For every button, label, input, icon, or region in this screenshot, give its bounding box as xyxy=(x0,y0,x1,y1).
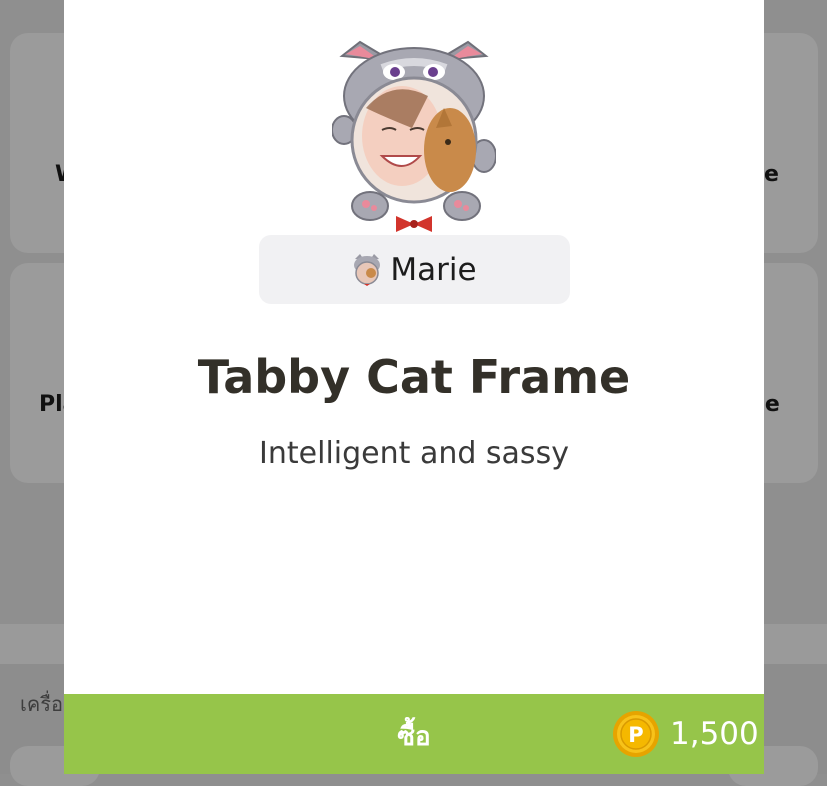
frame-detail-modal: Marie Tabby Cat Frame Intelligent and sa… xyxy=(64,0,764,774)
tabby-cat-frame-icon xyxy=(354,253,381,286)
buy-button[interactable]: ซื้อ P 1,500 xyxy=(64,694,764,774)
preview-name-chip: Marie xyxy=(259,235,570,304)
buy-button-label: ซื้อ xyxy=(397,722,431,752)
frame-title: Tabby Cat Frame xyxy=(197,350,631,404)
preview-user-name: Marie xyxy=(390,251,477,288)
coin-letter: P xyxy=(628,723,643,747)
bg-card-label: e xyxy=(764,162,779,187)
bg-section-label: เครื่อ xyxy=(20,692,63,716)
point-coin-icon: P xyxy=(613,711,659,757)
tabby-cat-frame-preview xyxy=(332,40,496,232)
price-value: 1,500 xyxy=(670,716,759,752)
frame-description: Intelligent and sassy xyxy=(259,436,569,471)
